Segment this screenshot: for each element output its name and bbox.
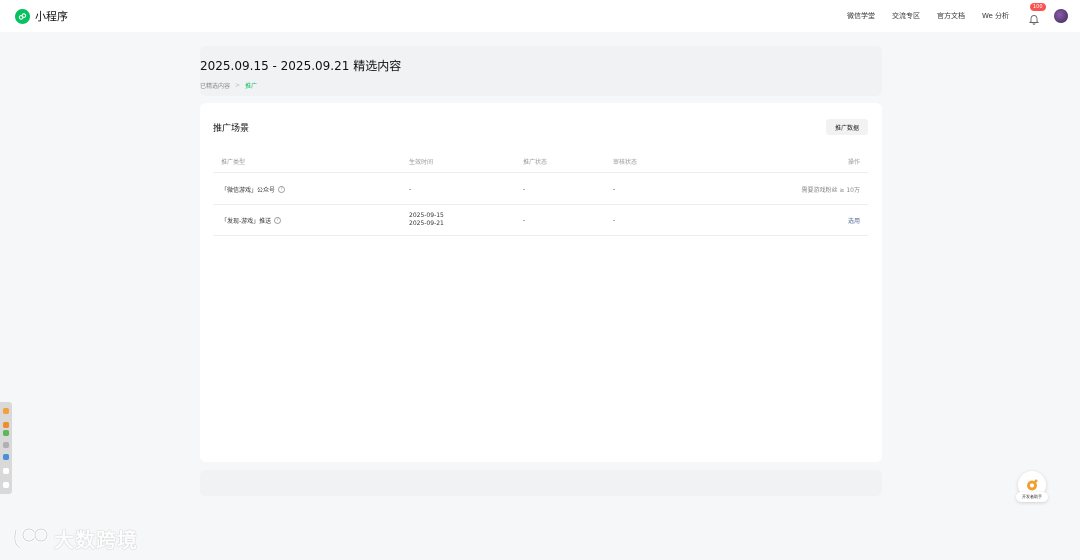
promotion-card: 推广场景 推广数据 推广类型 生效时间 推广状态 审核状态 操作 「微信游戏」公…	[200, 103, 882, 462]
developer-helper[interactable]: 开发者助手	[1016, 471, 1048, 503]
column-header-time: 生效时间	[409, 159, 434, 166]
column-header-type: 推广类型	[221, 159, 246, 166]
tool-text-icon[interactable]	[3, 442, 9, 448]
row-type-cell: 「微信游戏」公众号 ?	[221, 174, 286, 204]
watermark: 大数跨境	[12, 524, 138, 553]
card-title: 推广场景	[213, 124, 250, 134]
breadcrumb: 已精选内容 > 推广	[200, 81, 257, 90]
select-link[interactable]: 选用	[848, 205, 860, 235]
row-time: 2025-09-15 2025-09-21	[409, 205, 444, 235]
watermark-text: 大数跨境	[54, 528, 138, 552]
top-bar: 小程序 微信学堂 交流专区 官方文档 We 分析 100	[0, 0, 1080, 32]
row-type-label: 「发现-游戏」推送	[221, 217, 272, 225]
table-row: 「微信游戏」公众号 ? - - - 需要游戏粉丝 ≥ 10万	[213, 174, 868, 205]
miniprogram-logo-icon	[15, 8, 30, 24]
row-type-cell: 「发现-游戏」推送 ?	[221, 205, 282, 235]
row-promo-status: -	[523, 185, 526, 193]
top-nav: 微信学堂 交流专区 官方文档 We 分析 100	[847, 0, 1080, 32]
nav-link-docs[interactable]: 官方文档	[937, 11, 965, 21]
nav-link-community[interactable]: 交流专区	[892, 11, 920, 21]
help-icon[interactable]: ?	[278, 185, 286, 193]
row-review-status: -	[613, 185, 616, 193]
breadcrumb-separator: >	[235, 82, 241, 89]
row-time-end: 2025-09-21	[409, 220, 444, 227]
notification-bell-icon[interactable]: 100	[1028, 3, 1046, 25]
footer-background	[200, 470, 882, 496]
nav-link-wechat-academy[interactable]: 微信学堂	[847, 11, 875, 21]
row-action-requirement: 需要游戏粉丝 ≥ 10万	[801, 186, 860, 194]
row-time: -	[409, 185, 412, 193]
row-promo-status: -	[523, 216, 526, 224]
tool-orange-icon[interactable]	[3, 408, 9, 414]
app-name: 小程序	[35, 10, 68, 23]
row-type-label: 「微信游戏」公众号	[221, 186, 276, 194]
notification-count-badge: 100	[1030, 3, 1046, 11]
column-header-action: 操作	[847, 159, 860, 166]
breadcrumb-current: 推广	[245, 83, 258, 90]
row-review-status: -	[613, 216, 616, 224]
user-avatar[interactable]	[1054, 9, 1068, 23]
table-row: 「发现-游戏」推送 ? 2025-09-15 2025-09-21 - - 选用	[213, 205, 868, 236]
brand[interactable]: 小程序	[15, 8, 68, 24]
breadcrumb-parent-link[interactable]: 已精选内容	[200, 81, 230, 90]
column-header-review-status: 审核状态	[613, 159, 638, 166]
row-time-start: 2025-09-15	[409, 212, 444, 219]
column-header-promo-status: 推广状态	[523, 159, 548, 166]
promotion-data-button[interactable]: 推广数据	[826, 119, 868, 135]
table-header: 推广类型 生效时间 推广状态 审核状态 操作	[213, 151, 868, 173]
floating-side-toolbar[interactable]	[0, 402, 12, 494]
watermark-logo-icon	[13, 527, 49, 549]
tool-blue-icon[interactable]	[3, 454, 9, 460]
page-title: 2025.09.15 - 2025.09.21 精选内容	[200, 59, 402, 73]
tool-image-icon[interactable]	[3, 482, 9, 488]
tool-chat-icon[interactable]	[3, 468, 9, 474]
helper-bot-icon	[1027, 479, 1038, 491]
nav-link-we-analytics[interactable]: We 分析	[982, 11, 1009, 21]
helper-label: 开发者助手	[1016, 492, 1048, 502]
help-icon[interactable]: ?	[274, 216, 282, 224]
tool-list-icon[interactable]	[3, 422, 9, 428]
tool-green-icon[interactable]	[3, 430, 9, 436]
